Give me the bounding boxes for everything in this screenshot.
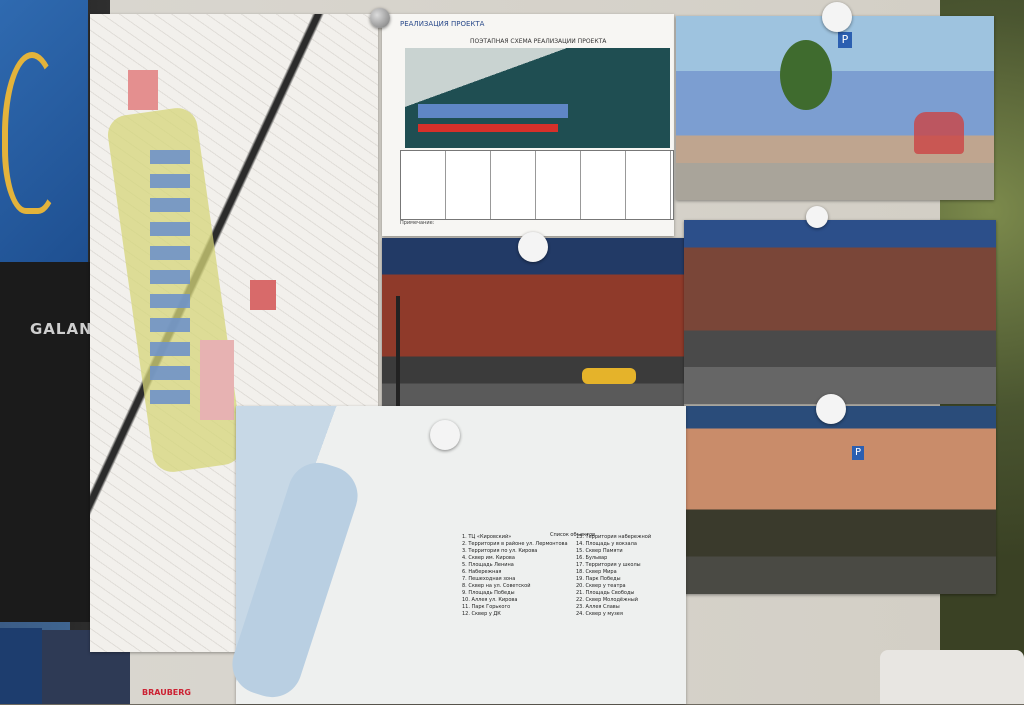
notebook [0,628,42,704]
legend-item: 23. Аллея Славы [576,604,620,610]
legend-item: 10. Аллея ул. Кирова [462,597,518,603]
metal-pin [370,8,390,28]
magnet-pin [806,206,828,228]
legend-item: 12. Сквер у ДК [462,611,501,617]
magnet-pin [816,394,846,424]
photo-lit-facade [684,406,996,594]
photo-evening-building [684,220,996,404]
legend-list: 1. ТЦ «Кировский» 2. Территория в районе … [462,534,682,704]
legend-item: 21. Площадь Свободы [576,590,635,596]
legend-item: 7. Пешеходная зона [462,576,516,582]
legend-item: 8. Сквер на ул. Советской [462,583,531,589]
plan-title: ПОЭТАПНАЯ СХЕМА РЕАЛИЗАЦИИ ПРОЕКТА [470,38,607,45]
crest-emblem [2,52,62,214]
map-red-block [250,280,276,310]
legend-item: 6. Набережная [462,569,502,575]
magnet-pin [430,420,460,450]
map-pink-block [128,70,158,110]
map-blue-blocks [150,150,190,410]
legend-item: 5. Площадь Ленина [462,562,514,568]
street-lamp [396,296,400,406]
legend-item: 3. Территория по ул. Кирова [462,548,538,554]
plan-note: Примечание: [400,220,435,226]
plan-stage-red [418,124,558,132]
legend-item: 24. Сквер у музея [576,611,623,617]
parking-sign: P [852,446,864,460]
legend-item: 19. Парк Победы [576,576,621,582]
legend-item: 9. Площадь Победы [462,590,515,596]
brauberg-label: BRAUBERG [142,688,191,697]
plan-schedule-table [400,150,674,220]
legend-item: 22. Сквер Молодёжный [576,597,638,603]
legend-item: 11. Парк Горького [462,604,511,610]
map-pink-block [200,340,234,420]
parking-sign: P [838,32,852,48]
legend-item: 1. ТЦ «Кировский» [462,534,512,540]
legend-item: 17. Территория у школы [576,562,641,568]
plan-stage-blue [418,104,568,118]
legend-item: 13. Территория набережной [576,534,652,540]
legend-item: 14. Площадь у вокзала [576,541,637,547]
photo-people-bench [914,112,964,154]
plant-pot [880,650,1024,704]
photo-night-street [382,238,684,420]
legend-item: 2. Территория в районе ул. Лермонтова [462,541,568,547]
legend-item: 15. Сквер Памяти [576,548,623,554]
magnet-pin [518,232,548,262]
legend-item: 16. Бульвар [576,555,608,561]
plan-header: РЕАЛИЗАЦИЯ ПРОЕКТА [400,20,485,28]
monitor [0,262,96,622]
photo-tree [780,40,832,110]
yellow-taxi [582,368,636,384]
photo-daytime-building [676,16,994,200]
legend-item: 18. Сквер Мира [576,569,617,575]
legend-item: 20. Сквер у театра [576,583,626,589]
legend-item: 4. Сквер им. Кирова [462,555,515,561]
magnet-pin [822,2,852,32]
plan-sea [405,48,670,148]
